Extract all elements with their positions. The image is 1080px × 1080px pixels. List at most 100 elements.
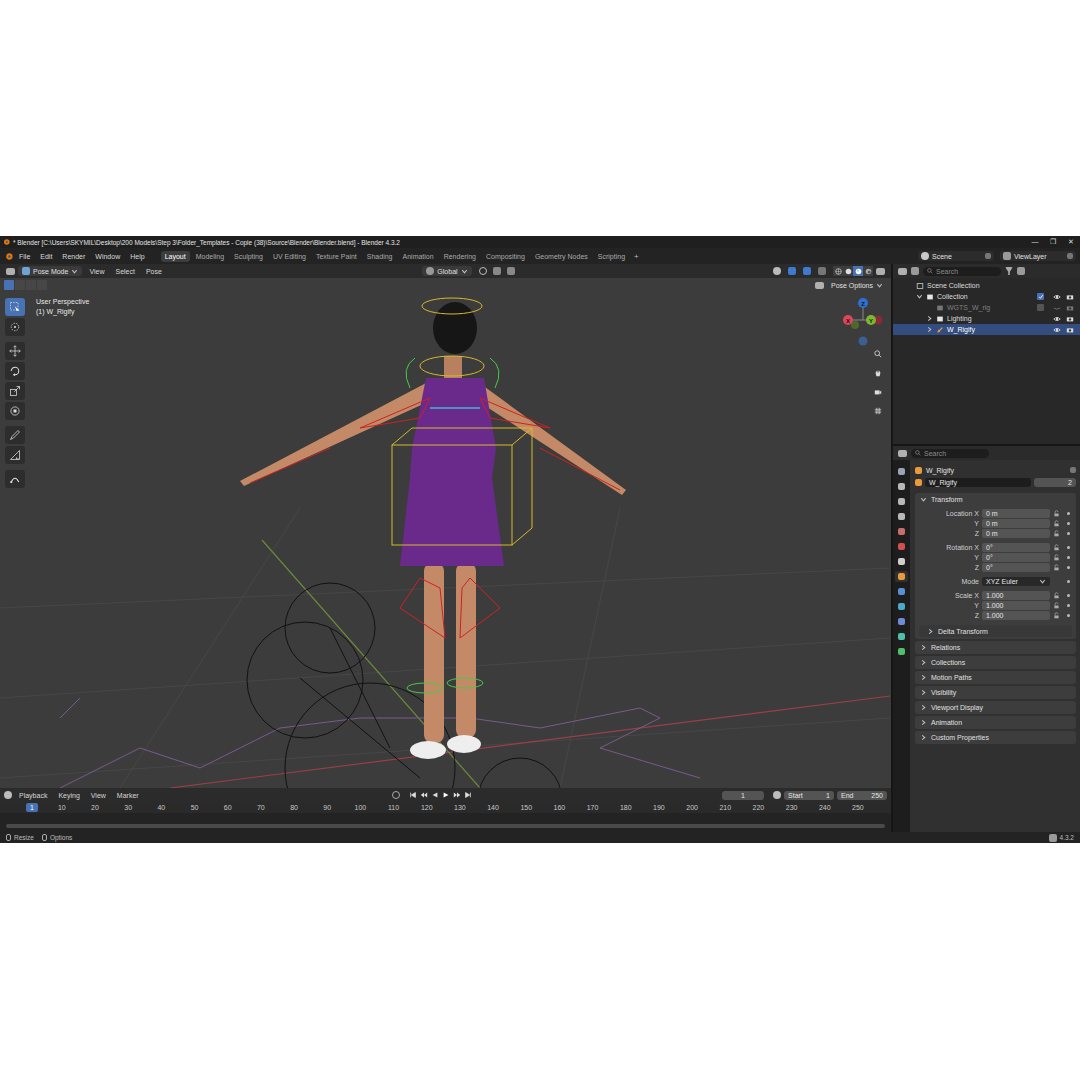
viewport-menu-item[interactable]: Select xyxy=(111,267,138,276)
subtract-select-mode-button[interactable] xyxy=(26,280,36,290)
add-workspace-button[interactable]: + xyxy=(631,252,642,261)
eye-open-icon[interactable] xyxy=(1053,326,1061,334)
play-icon[interactable] xyxy=(442,791,450,799)
workspace-tab[interactable]: UV Editing xyxy=(269,251,310,262)
chevron-right-icon[interactable] xyxy=(920,704,927,711)
constraints-tab[interactable] xyxy=(895,616,908,627)
chevron-right-icon[interactable] xyxy=(920,689,927,696)
workspace-tab[interactable]: Modeling xyxy=(192,251,228,262)
shading-button[interactable] xyxy=(863,266,873,276)
workspace-tab[interactable]: Sculpting xyxy=(230,251,267,262)
panel-header[interactable]: Custom Properties xyxy=(915,731,1076,744)
keyframe-dot-icon[interactable] xyxy=(1067,594,1070,597)
number-field[interactable]: 0 m xyxy=(982,519,1050,528)
visibility-icon[interactable] xyxy=(773,267,781,275)
shading-button[interactable] xyxy=(833,266,843,276)
outliner-editor-icon[interactable] xyxy=(898,268,907,275)
menu-item[interactable]: Render xyxy=(58,252,89,261)
chevron-right-icon[interactable] xyxy=(926,326,933,333)
viewport-menu-item[interactable]: View xyxy=(85,267,108,276)
eye-open-icon[interactable] xyxy=(1053,293,1061,301)
workspace-tab[interactable]: Animation xyxy=(399,251,438,262)
number-field[interactable]: 0 m xyxy=(982,529,1050,538)
outliner-row[interactable]: WGTS_W_rig xyxy=(893,302,1080,313)
render-camera-icon[interactable] xyxy=(1066,326,1074,334)
lock-icon[interactable] xyxy=(1053,564,1060,571)
exclude-checkbox[interactable] xyxy=(1037,293,1044,300)
chevron-right-icon[interactable] xyxy=(920,719,927,726)
lock-icon[interactable] xyxy=(1053,612,1060,619)
world-tab[interactable] xyxy=(895,541,908,552)
start-frame-field[interactable]: Start1 xyxy=(784,791,834,800)
number-field[interactable]: 1.000 xyxy=(982,591,1050,600)
keyframe-dot-icon[interactable] xyxy=(1067,532,1070,535)
move-tool-button[interactable] xyxy=(5,342,25,360)
lock-icon[interactable] xyxy=(1053,602,1060,609)
outliner-row[interactable]: W_Rigify xyxy=(893,324,1080,335)
properties-search[interactable]: Search xyxy=(911,449,989,458)
proportional-edit-icon[interactable] xyxy=(507,267,515,275)
keyframe-dot-icon[interactable] xyxy=(1067,604,1070,607)
number-field[interactable]: 0 m xyxy=(982,509,1050,518)
eye-open-icon[interactable] xyxy=(1053,315,1061,323)
data-tab[interactable] xyxy=(895,631,908,642)
workspace-tab[interactable]: Geometry Nodes xyxy=(531,251,592,262)
subpanel-header[interactable]: Delta Transform xyxy=(919,625,1072,637)
chevron-down-icon[interactable] xyxy=(71,268,78,275)
chevron-right-icon[interactable] xyxy=(927,628,934,635)
lock-icon[interactable] xyxy=(1053,520,1060,527)
menu-item[interactable]: Window xyxy=(91,252,124,261)
mode-dropdown[interactable]: Pose Mode xyxy=(18,266,82,276)
display-mode-icon[interactable] xyxy=(911,267,919,275)
measure-tool-button[interactable] xyxy=(5,446,25,464)
camera-icon[interactable] xyxy=(870,384,885,399)
object-data-icon[interactable] xyxy=(915,479,922,486)
set-select-mode-button[interactable] xyxy=(4,280,14,290)
snap-icon[interactable] xyxy=(493,267,501,275)
object-tab[interactable] xyxy=(895,571,908,582)
pan-hand-icon[interactable] xyxy=(870,365,885,380)
overlay-toggle-icon[interactable] xyxy=(803,267,811,275)
chevron-right-icon[interactable] xyxy=(920,659,927,666)
panel-header[interactable]: Relations xyxy=(915,641,1076,654)
timeline-menu-item[interactable]: Marker xyxy=(113,791,143,800)
transform-tool-button[interactable] xyxy=(5,402,25,420)
blender-menu-icon[interactable] xyxy=(4,252,13,261)
timeline-menu-item[interactable]: View xyxy=(87,791,110,800)
outliner-row[interactable]: Collection xyxy=(893,291,1080,302)
intersect-select-mode-button[interactable] xyxy=(37,280,47,290)
number-field[interactable]: 0° xyxy=(982,543,1050,552)
panel-header[interactable]: Motion Paths xyxy=(915,671,1076,684)
end-frame-field[interactable]: End250 xyxy=(837,791,887,800)
chevron-down-icon[interactable] xyxy=(1039,578,1046,585)
chevron-down-icon[interactable] xyxy=(876,282,883,289)
view-layer-tab[interactable] xyxy=(895,511,908,522)
viewport-menu-item[interactable]: Pose xyxy=(142,267,166,276)
jump-start-icon[interactable] xyxy=(409,791,417,799)
timeline-editor-icon[interactable] xyxy=(4,791,12,799)
collection-tab[interactable] xyxy=(895,556,908,567)
outliner-row[interactable]: Scene Collection xyxy=(893,280,1080,291)
exclude-checkbox[interactable] xyxy=(1037,304,1044,311)
shading-options-icon[interactable] xyxy=(876,268,885,275)
scene-selector[interactable]: Scene xyxy=(918,251,994,261)
scene-tab[interactable] xyxy=(895,526,908,537)
annotate-tool-button[interactable] xyxy=(5,426,25,444)
menu-item[interactable]: Help xyxy=(126,252,148,261)
next-key-icon[interactable] xyxy=(453,791,461,799)
eye-closed-icon[interactable] xyxy=(1053,304,1061,312)
pose-options-dropdown[interactable]: Pose Options xyxy=(827,281,887,290)
xray-icon[interactable] xyxy=(818,267,826,275)
zoom-icon[interactable] xyxy=(870,346,885,361)
new-collection-icon[interactable] xyxy=(1017,267,1025,275)
chevron-down-icon[interactable] xyxy=(461,268,468,275)
lock-icon[interactable] xyxy=(1053,592,1060,599)
output-tab[interactable] xyxy=(895,496,908,507)
gizmo-toggle-icon[interactable] xyxy=(788,267,796,275)
keyframe-dot-icon[interactable] xyxy=(1067,546,1070,549)
object-name-field[interactable]: W_Rigify xyxy=(925,478,1031,487)
lock-icon[interactable] xyxy=(1053,544,1060,551)
shading-button[interactable] xyxy=(843,266,853,276)
render-camera-icon[interactable] xyxy=(1066,293,1074,301)
roll-tool-button[interactable] xyxy=(5,470,25,488)
